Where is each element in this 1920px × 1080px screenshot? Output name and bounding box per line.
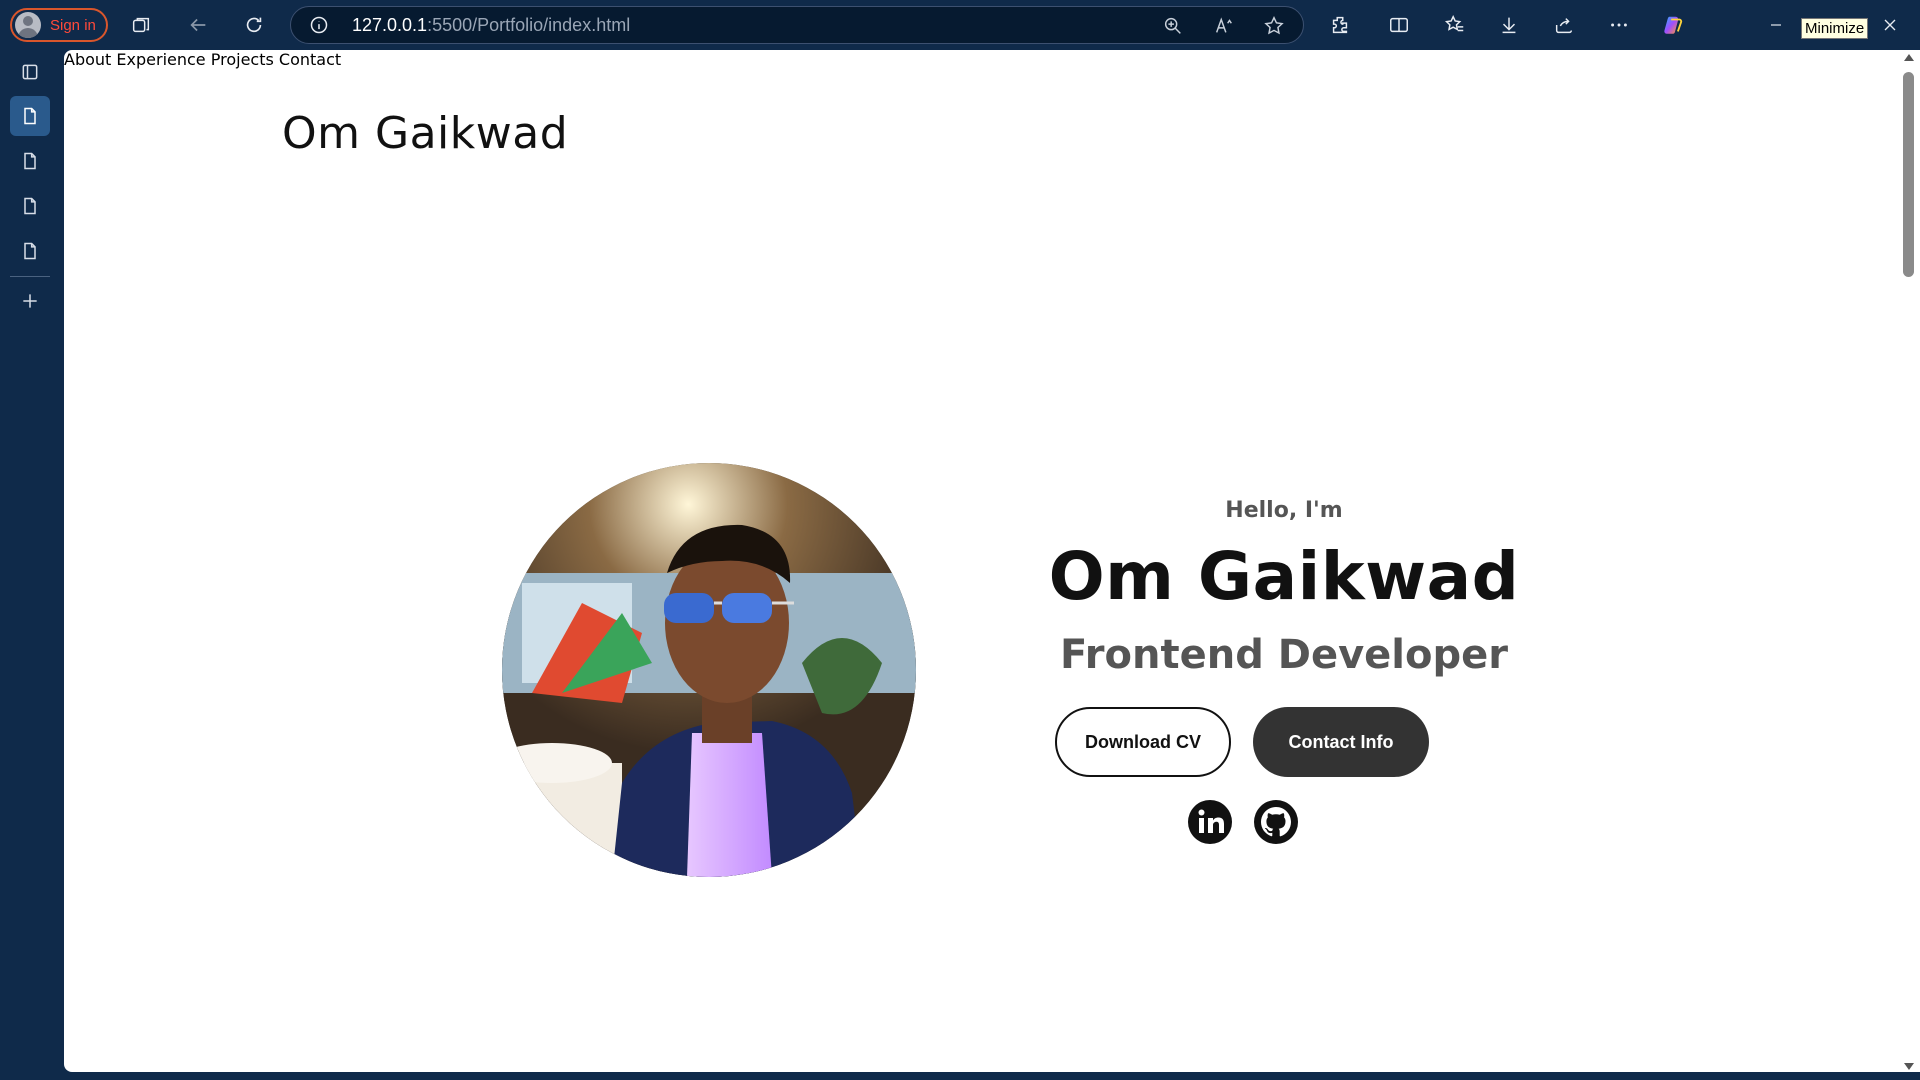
nav-projects[interactable]: Projects <box>211 50 274 69</box>
tab-page-icon[interactable] <box>10 141 50 181</box>
sidebar-divider <box>10 276 50 277</box>
nav-contact[interactable]: Contact <box>279 50 341 69</box>
tab-page-icon-active[interactable] <box>10 96 50 136</box>
scroll-thumb[interactable] <box>1903 72 1914 277</box>
scroll-down-arrow[interactable] <box>1904 1063 1914 1070</box>
nav-about[interactable]: About <box>64 50 111 69</box>
more-options-icon[interactable] <box>1604 10 1634 40</box>
browser-toolbar: Sign in 127.0.0.1:5500/Portfolio/index.h… <box>0 0 1920 50</box>
linkedin-icon[interactable] <box>1187 799 1233 845</box>
web-page: Om Gaikwad About Experience Projects Con… <box>64 50 1898 1072</box>
profile-picture <box>502 463 916 877</box>
url-text[interactable]: 127.0.0.1:5500/Portfolio/index.html <box>352 15 630 36</box>
hero-role: Frontend Developer <box>1060 632 1508 678</box>
copilot-icon[interactable] <box>1658 10 1688 40</box>
url-path: :5500/Portfolio/index.html <box>427 15 631 35</box>
tab-page-icon[interactable] <box>10 186 50 226</box>
download-cv-button[interactable]: Download CV <box>1055 707 1231 777</box>
page-scrollbar[interactable] <box>1898 50 1920 1072</box>
url-host: 127.0.0.1 <box>352 15 428 35</box>
scroll-up-arrow[interactable] <box>1904 54 1914 61</box>
downloads-icon[interactable] <box>1494 10 1524 40</box>
signin-label: Sign in <box>50 16 96 34</box>
site-logo[interactable]: Om Gaikwad <box>282 108 568 159</box>
workspaces-icon[interactable] <box>126 10 156 40</box>
minimize-button[interactable] <box>1756 10 1796 40</box>
main-nav: About Experience Projects Contact <box>64 50 1898 69</box>
profile-button[interactable]: Sign in <box>10 8 108 42</box>
extensions-icon[interactable] <box>1325 10 1355 40</box>
vertical-tabs-sidebar <box>0 50 64 1080</box>
nav-experience[interactable]: Experience <box>116 50 205 69</box>
refresh-icon[interactable] <box>239 10 269 40</box>
new-tab-icon[interactable] <box>10 281 50 321</box>
share-icon[interactable] <box>1549 10 1579 40</box>
back-icon[interactable] <box>183 10 213 40</box>
close-window-button[interactable] <box>1870 10 1910 40</box>
address-bar[interactable]: 127.0.0.1:5500/Portfolio/index.html <box>290 6 1304 44</box>
zoom-icon[interactable] <box>1158 7 1188 45</box>
favorites-icon[interactable] <box>1440 10 1470 40</box>
hero-greeting: Hello, I'm <box>1225 498 1343 523</box>
hero-name: Om Gaikwad <box>1048 538 1520 615</box>
favorite-star-icon[interactable] <box>1259 7 1289 45</box>
contact-info-button[interactable]: Contact Info <box>1253 707 1429 777</box>
site-info-icon[interactable] <box>309 15 329 35</box>
avatar <box>15 12 41 38</box>
minimize-tooltip: Minimize <box>1801 18 1869 39</box>
tab-actions-icon[interactable] <box>10 52 50 92</box>
github-icon[interactable] <box>1253 799 1299 845</box>
tab-page-icon[interactable] <box>10 231 50 271</box>
split-screen-icon[interactable] <box>1384 10 1414 40</box>
read-aloud-icon[interactable] <box>1209 7 1239 45</box>
